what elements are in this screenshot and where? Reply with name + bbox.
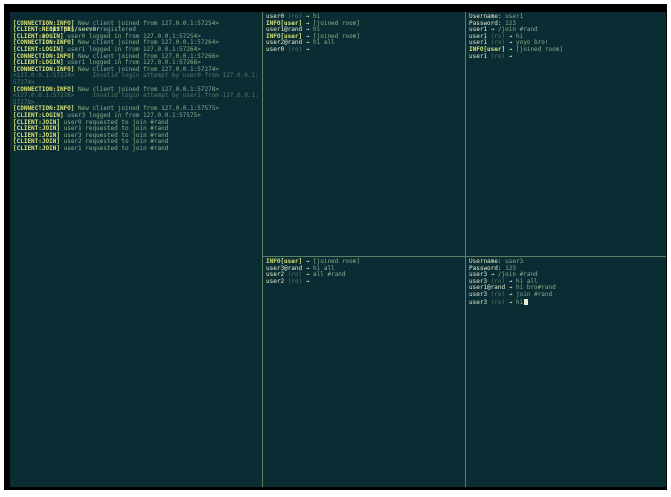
chat-line: user0 (ro) → <box>266 45 462 54</box>
chat-text: hi <box>516 298 524 306</box>
log-line: <127.0.0.1:57278> Invalid login attempt … <box>13 92 259 100</box>
chat-arrow: → <box>305 45 310 53</box>
chat-user: user0 <box>266 45 285 53</box>
log-text: <127.0.0.1:57278> Invalid login attempt … <box>13 92 259 100</box>
screen-frame: » ~ ops pts/server # server [CONNECTION:… <box>4 4 667 490</box>
client-pane-top-right[interactable]: Username: user1 Password: 123 user1 → /joi… <box>466 12 666 256</box>
log-line: [CLIENT:JOIN] user1 requested to join #r… <box>13 144 259 153</box>
chat-line: user2 (ro) → <box>266 277 462 286</box>
chat-arrow: → <box>508 52 513 60</box>
chat-arrow: → <box>305 277 310 285</box>
log-tag: [CLIENT:JOIN] <box>13 144 60 152</box>
server-log-pane[interactable]: » ~ ops pts/server # server [CONNECTION:… <box>10 12 262 487</box>
log-text: user1 requested to join #rand <box>63 144 169 152</box>
chat-text: all #rand <box>313 271 346 279</box>
terminal-window[interactable]: » ~ ops pts/server # server [CONNECTION:… <box>10 12 666 487</box>
chat-arrow: → <box>508 290 513 298</box>
chat-line: user3 (ro) → hi <box>469 298 663 306</box>
chat-arrow: → <box>508 298 513 306</box>
chat-text: [joined room] <box>516 45 563 53</box>
client-pane-top-middle[interactable]: user0 (ro) → hi INFO[user] → [joined room… <box>263 12 465 256</box>
chat-user: user2 <box>266 277 285 285</box>
log-line: <127.0.0.1:57274> Invalid login attempt … <box>13 73 259 80</box>
text-cursor <box>524 298 529 305</box>
chat-room: (ro) <box>287 277 303 285</box>
chat-text: hi all <box>313 39 335 47</box>
log-text: <127.0.0.1:57274> Invalid login attempt … <box>13 72 259 80</box>
chat-line: user1 (ro) → <box>469 52 663 61</box>
chat-room: (ro) <box>490 290 506 298</box>
chat-text: join #rand <box>516 290 553 298</box>
server-log-lines: [CONNECTION:INFO] New client joined from… <box>13 20 259 153</box>
chat-room: (ro) <box>490 52 506 60</box>
chat-room: (ro) <box>287 45 303 53</box>
client-pane-bottom-right[interactable]: Username: user3 Password: 123 user3 → /joi… <box>466 257 666 487</box>
chat-room: (ro) <box>490 298 506 306</box>
chat-user: user3 <box>469 290 488 298</box>
client-pane-bottom-middle[interactable]: INFO[user] → [joined room] user3@rand → h… <box>263 257 465 487</box>
chat-user: user3 <box>469 298 488 306</box>
chat-user: user1 <box>469 52 488 60</box>
chat-line: user3 (ro) → join #rand <box>469 290 663 299</box>
